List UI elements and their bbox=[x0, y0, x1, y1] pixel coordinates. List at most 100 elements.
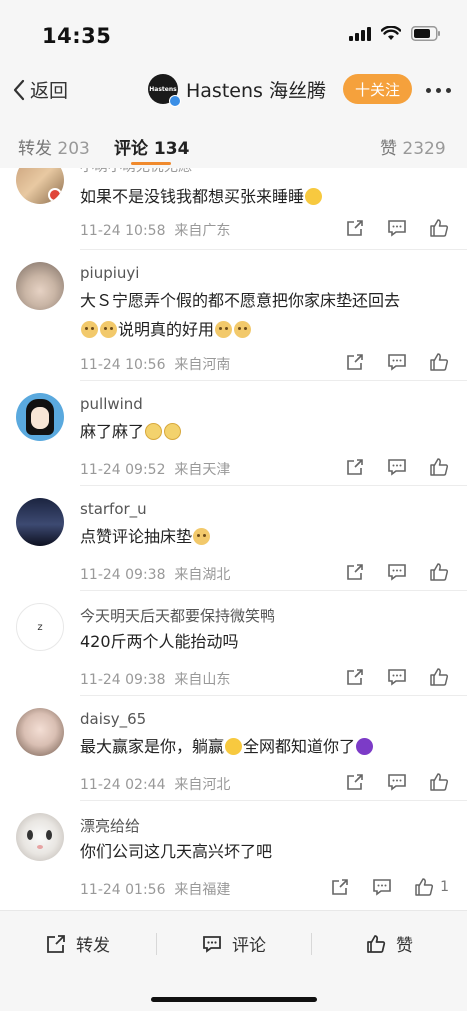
avatar[interactable] bbox=[16, 393, 64, 441]
comment-icon[interactable] bbox=[387, 772, 407, 792]
comment-username[interactable]: 今天明天后天都要保持微笑鸭 bbox=[80, 605, 275, 626]
wifi-icon bbox=[381, 26, 401, 40]
comment-username[interactable]: piupiuyi bbox=[80, 264, 139, 282]
home-indicator bbox=[151, 997, 317, 1002]
like-icon[interactable] bbox=[429, 772, 449, 792]
comment-actions bbox=[345, 457, 449, 477]
comment-text: 如果不是没钱我都想买张来睡睡 bbox=[80, 182, 450, 211]
devil-emoji-icon bbox=[356, 738, 374, 755]
comment-icon[interactable] bbox=[387, 457, 407, 477]
repost-button[interactable]: 转发 bbox=[46, 931, 110, 956]
avatar[interactable] bbox=[16, 708, 64, 756]
share-icon[interactable] bbox=[345, 667, 365, 687]
avatar[interactable] bbox=[16, 813, 64, 861]
tab-label: 赞 bbox=[380, 139, 397, 159]
like-icon[interactable] bbox=[414, 877, 434, 897]
back-button[interactable]: 返回 bbox=[12, 76, 68, 103]
share-icon[interactable] bbox=[345, 457, 365, 477]
account-title[interactable]: Hastens Hastens 海丝腾 bbox=[148, 74, 326, 107]
like-icon[interactable] bbox=[429, 352, 449, 372]
comment-text: 大Ｓ宁愿弄个假的都不愿意把你家床垫还回去 说明真的好用 bbox=[80, 291, 401, 339]
laugh-emoji-icon bbox=[305, 188, 323, 205]
bottom-action-bar: 转发 评论 赞 bbox=[0, 910, 467, 1011]
page-title: Hastens 海丝腾 bbox=[186, 79, 326, 102]
comment-icon[interactable] bbox=[387, 218, 407, 238]
like-count: 1 bbox=[440, 879, 449, 895]
badge-icon bbox=[48, 188, 62, 202]
lying-down-emoji-icon bbox=[225, 738, 243, 755]
comment-button[interactable]: 评论 bbox=[202, 931, 266, 956]
like-icon bbox=[367, 934, 386, 953]
comment-list: 小萌小萌无忧无虑 如果不是没钱我都想买张来睡睡 11-24 10:58 来自广东… bbox=[0, 168, 467, 910]
like-icon[interactable] bbox=[429, 562, 449, 582]
avatar[interactable] bbox=[16, 168, 64, 204]
follow-button[interactable]: 十关注 bbox=[343, 74, 412, 104]
like-icon[interactable] bbox=[429, 218, 449, 238]
avatar[interactable]: z bbox=[16, 603, 64, 651]
like-button[interactable]: 赞 bbox=[366, 931, 413, 956]
repost-label: 转发 bbox=[76, 936, 110, 956]
tab-comments[interactable]: 评论 134 bbox=[114, 134, 189, 159]
comment-icon[interactable] bbox=[387, 352, 407, 372]
comment-actions bbox=[345, 667, 449, 687]
divider bbox=[311, 933, 312, 955]
comment-text: 点赞评论抽床垫 bbox=[80, 522, 450, 551]
like-icon[interactable] bbox=[429, 667, 449, 687]
comment-icon[interactable] bbox=[387, 667, 407, 687]
more-menu-icon[interactable] bbox=[426, 88, 451, 93]
comment-text: 你们公司这几天高兴坏了吧 bbox=[80, 842, 273, 861]
share-icon[interactable] bbox=[345, 772, 365, 792]
avatar[interactable] bbox=[16, 498, 64, 546]
tab-label: 评论 bbox=[114, 139, 148, 159]
comment-username[interactable]: 小萌小萌无忧无虑 bbox=[80, 168, 192, 176]
comment-icon[interactable] bbox=[387, 562, 407, 582]
doge-emoji-icon bbox=[215, 321, 233, 338]
tab-repost[interactable]: 转发 203 bbox=[18, 134, 90, 159]
back-label: 返回 bbox=[30, 80, 69, 102]
doge-emoji-icon bbox=[234, 321, 252, 338]
share-icon[interactable] bbox=[345, 352, 365, 372]
nav-bar: 返回 Hastens Hastens 海丝腾 十关注 bbox=[0, 62, 467, 118]
doge-emoji-icon bbox=[100, 321, 117, 338]
battery-icon bbox=[411, 26, 440, 41]
comment-item: 小萌小萌无忧无虑 如果不是没钱我都想买张来睡睡 11-24 10:58 来自广东 bbox=[0, 168, 467, 250]
comment-username[interactable]: pullwind bbox=[80, 395, 143, 413]
status-time: 14:35 bbox=[42, 24, 112, 48]
comment-icon bbox=[203, 935, 221, 953]
comment-actions bbox=[345, 352, 449, 372]
comment-actions bbox=[345, 562, 449, 582]
comment-item: starfor_u 点赞评论抽床垫 11-24 09:38 来自湖北 bbox=[0, 486, 467, 591]
share-icon bbox=[47, 934, 65, 953]
share-icon[interactable] bbox=[345, 562, 365, 582]
comment-meta: 11-24 09:52 来自天津 bbox=[80, 462, 231, 478]
comment-actions bbox=[345, 772, 449, 792]
comment-icon[interactable] bbox=[372, 877, 392, 897]
verified-badge-icon bbox=[169, 95, 181, 107]
comment-meta: 11-24 01:56 来自福建 bbox=[80, 882, 231, 898]
comment-username[interactable]: daisy_65 bbox=[80, 710, 146, 728]
comment-username[interactable]: 漂亮给给 bbox=[80, 815, 140, 836]
comment-actions: 1 bbox=[330, 877, 449, 897]
tab-count: 134 bbox=[153, 139, 190, 159]
comment-meta: 11-24 09:38 来自山东 bbox=[80, 672, 231, 688]
tab-likes[interactable]: 赞 2329 bbox=[380, 134, 446, 159]
logo-text: Hastens bbox=[149, 85, 177, 93]
active-tab-indicator bbox=[131, 162, 171, 165]
comment-meta: 11-24 10:56 来自河南 bbox=[80, 357, 231, 373]
tab-count: 203 bbox=[57, 139, 90, 159]
comment-item: piupiuyi 大Ｓ宁愿弄个假的都不愿意把你家床垫还回去 说明真的好用 11-… bbox=[0, 250, 467, 381]
tab-label: 转发 bbox=[18, 139, 52, 159]
share-icon[interactable] bbox=[345, 218, 365, 238]
doge-emoji-icon bbox=[193, 528, 211, 545]
comment-label: 评论 bbox=[232, 936, 266, 956]
comment-username[interactable]: starfor_u bbox=[80, 500, 147, 518]
money-emoji-icon bbox=[145, 423, 163, 440]
signal-icon bbox=[349, 26, 371, 41]
account-avatar: Hastens bbox=[148, 74, 181, 107]
avatar[interactable] bbox=[16, 262, 64, 310]
like-icon[interactable] bbox=[429, 457, 449, 477]
comment-item: pullwind 麻了麻了 11-24 09:52 来自天津 bbox=[0, 381, 467, 486]
comment-actions bbox=[345, 218, 449, 238]
share-icon[interactable] bbox=[330, 877, 350, 897]
comment-item: daisy_65 最大赢家是你，躺赢 全网都知道你了 11-24 02:44 来自… bbox=[0, 696, 467, 801]
